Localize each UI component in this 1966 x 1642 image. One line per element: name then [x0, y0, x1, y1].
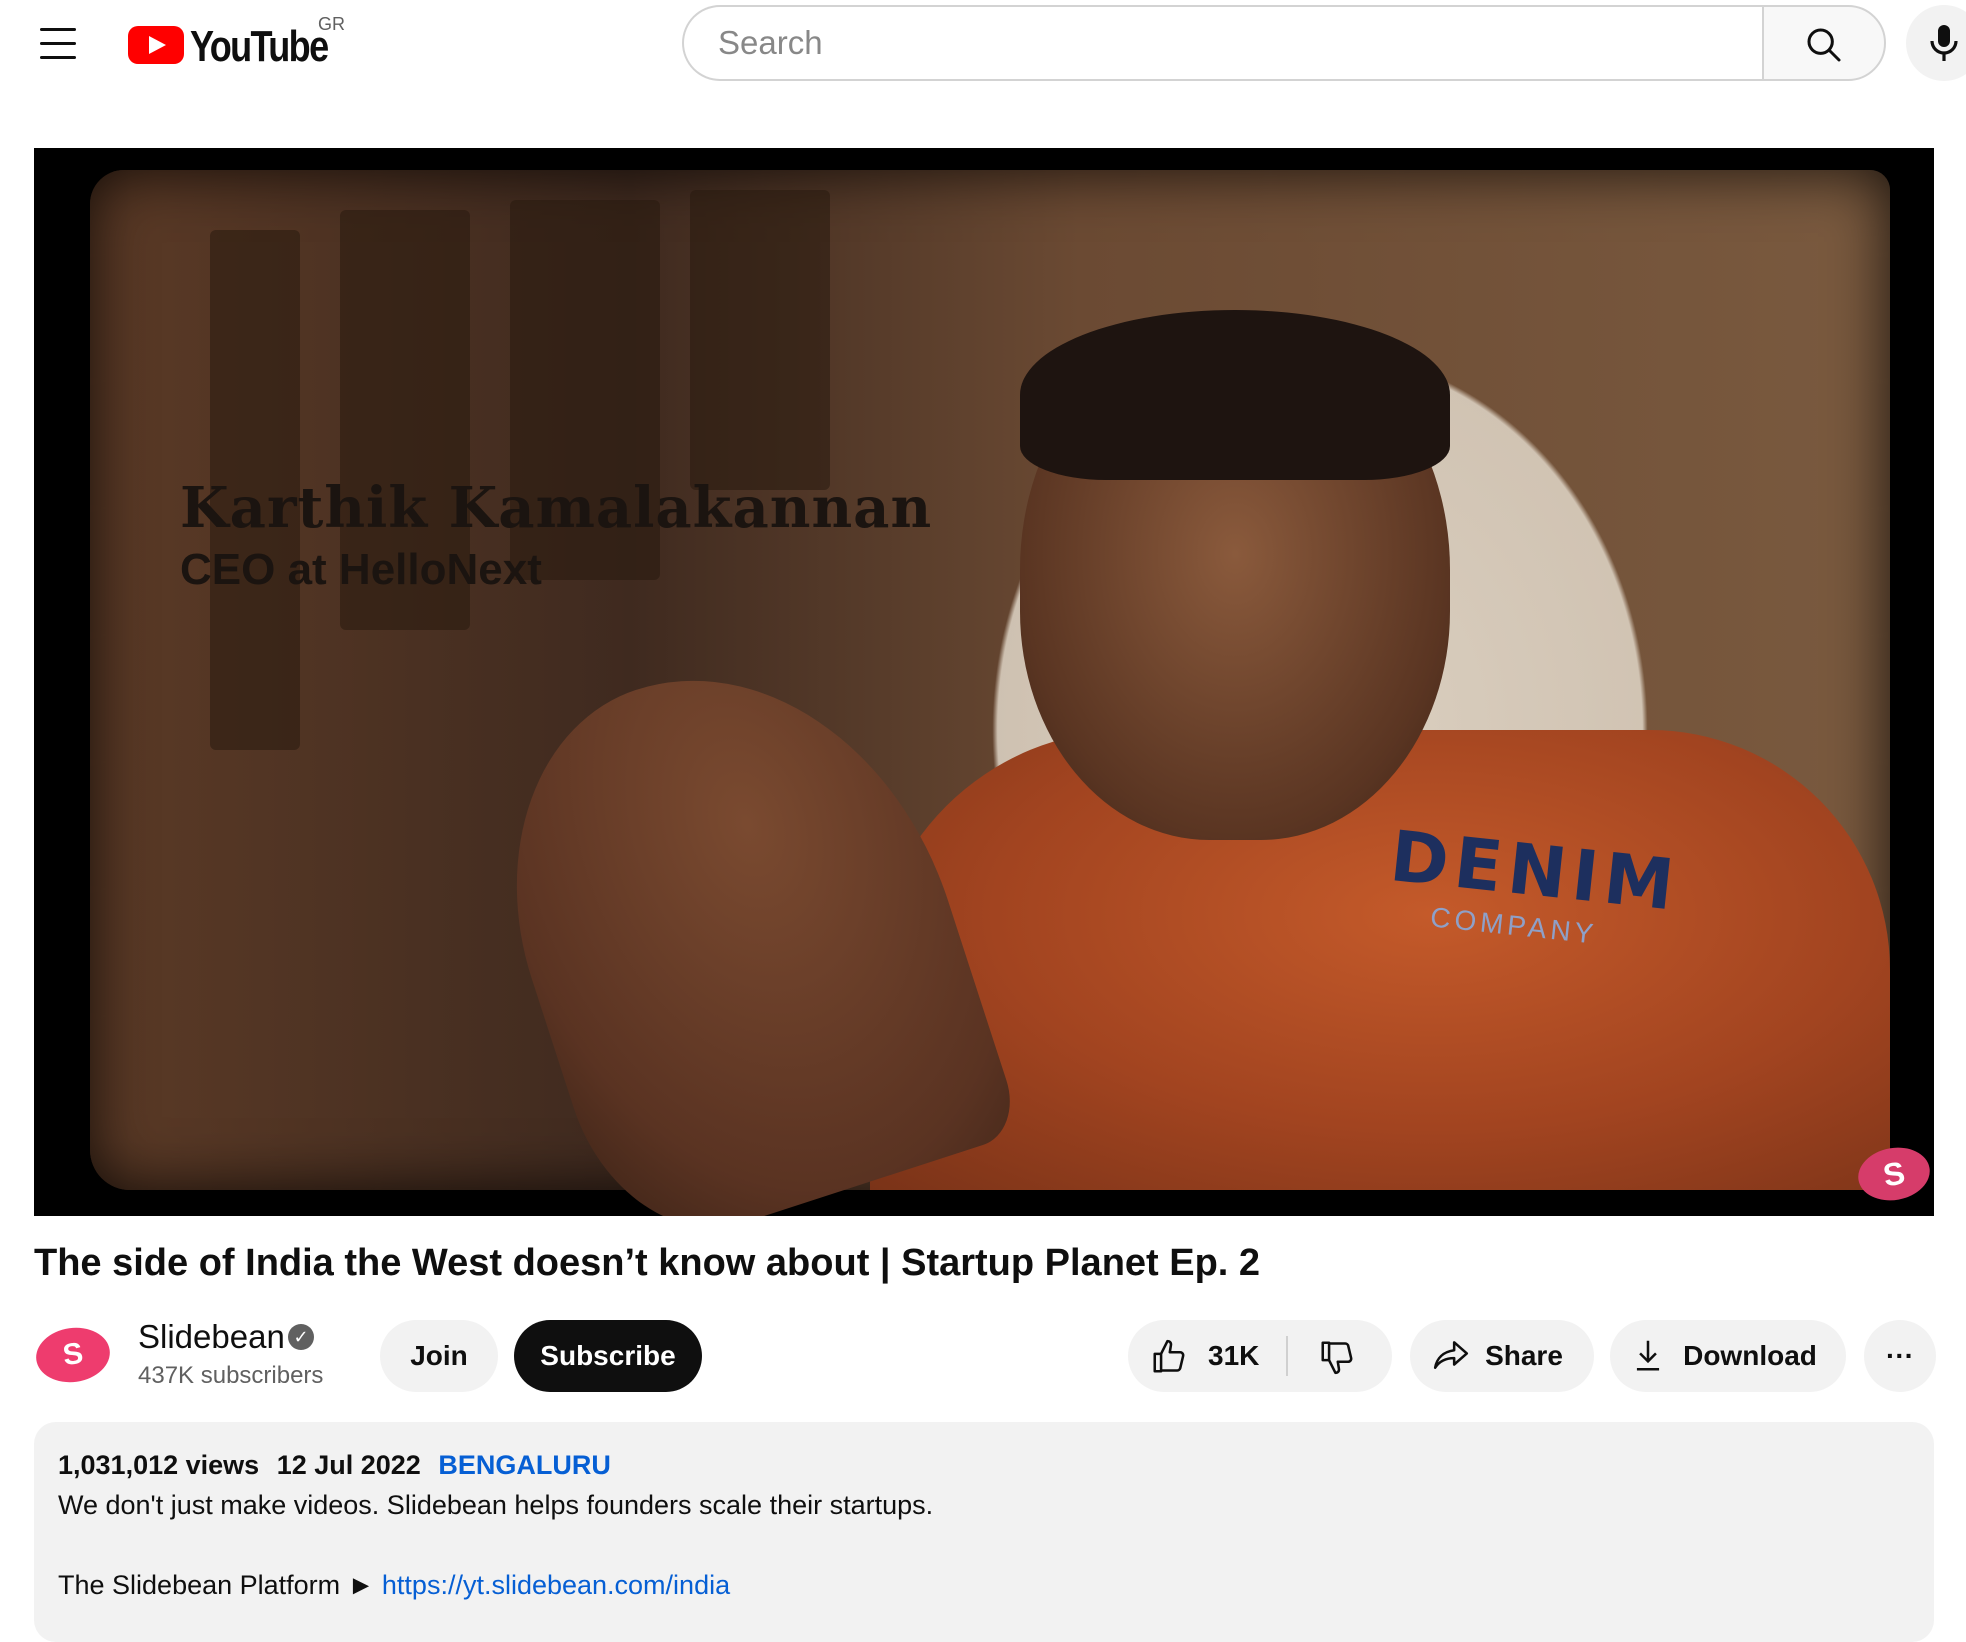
video-metadata: 1,031,012 views 12 Jul 2022 BENGALURU — [58, 1450, 621, 1481]
like-button[interactable]: 31K — [1128, 1320, 1288, 1392]
video-frame: DENIM COMPANY Karthik Kamalakannan CEO a… — [90, 170, 1934, 1216]
search-box — [682, 5, 1886, 83]
search-icon — [1807, 28, 1841, 62]
platform-link[interactable]: https://yt.slidebean.com/india — [382, 1570, 730, 1600]
hamburger-icon-bar — [40, 42, 76, 45]
dislike-button[interactable] — [1288, 1320, 1392, 1392]
lower-third-name: Karthik Kamalakannan — [180, 475, 933, 541]
microphone-icon — [1930, 25, 1958, 61]
verified-badge-icon: ✓ — [288, 1324, 314, 1350]
play-icon — [128, 26, 184, 64]
guide-menu-button[interactable] — [30, 20, 86, 68]
hamburger-icon-bar — [40, 56, 76, 59]
logo-wordmark: YouTube — [190, 22, 329, 71]
person-torso — [870, 730, 1890, 1190]
download-button[interactable]: Download — [1610, 1320, 1846, 1392]
video-player[interactable]: DENIM COMPANY Karthik Kamalakannan CEO a… — [34, 148, 1934, 1216]
channel-avatar[interactable]: S — [32, 1320, 114, 1390]
person-hair — [1020, 310, 1450, 480]
search-button[interactable] — [1762, 5, 1886, 81]
subscribe-button[interactable]: Subscribe — [514, 1320, 702, 1392]
youtube-logo[interactable]: YouTube GR — [128, 14, 358, 71]
channel-name[interactable]: Slidebean — [138, 1318, 285, 1356]
share-button[interactable]: Share — [1410, 1320, 1594, 1392]
share-icon — [1433, 1341, 1469, 1369]
location-link[interactable]: BENGALURU — [438, 1450, 611, 1480]
hamburger-icon-bar — [40, 28, 76, 31]
thumbs-up-icon — [1153, 1339, 1185, 1373]
like-count: 31K — [1208, 1340, 1260, 1371]
description-platform-line: The Slidebean Platform ► https://yt.slid… — [58, 1570, 730, 1601]
upload-date: 12 Jul 2022 — [276, 1450, 421, 1480]
like-dislike-group: 31K — [1128, 1320, 1392, 1392]
share-button-content: Share — [1433, 1320, 1563, 1392]
description-text: We don't just make videos. Slidebean hel… — [58, 1490, 934, 1520]
subscriber-count: 437K subscribers — [138, 1362, 324, 1389]
view-count: 1,031,012 views — [58, 1450, 260, 1480]
voice-search-button[interactable] — [1906, 5, 1966, 81]
download-label: Download — [1683, 1340, 1817, 1371]
lower-third-role: CEO at HelloNext — [180, 545, 542, 594]
person-arm — [456, 618, 1024, 1216]
avatar-logo: S — [32, 1323, 114, 1387]
description-box[interactable]: 1,031,012 views 12 Jul 2022 BENGALURU We… — [34, 1422, 1934, 1642]
platform-label: The Slidebean Platform ► — [58, 1570, 375, 1600]
video-title: The side of India the West doesn’t know … — [34, 1242, 1261, 1284]
more-actions-button[interactable]: ··· — [1864, 1320, 1936, 1392]
share-label: Share — [1485, 1340, 1563, 1371]
masthead: YouTube GR — [0, 0, 1966, 90]
join-button[interactable]: Join — [380, 1320, 498, 1392]
download-button-content: Download — [1637, 1320, 1817, 1392]
region-code: GR — [318, 14, 345, 34]
background-shelf — [690, 190, 830, 490]
thumbs-down-icon — [1321, 1341, 1353, 1375]
search-input[interactable] — [682, 5, 1762, 81]
download-icon — [1637, 1340, 1660, 1371]
